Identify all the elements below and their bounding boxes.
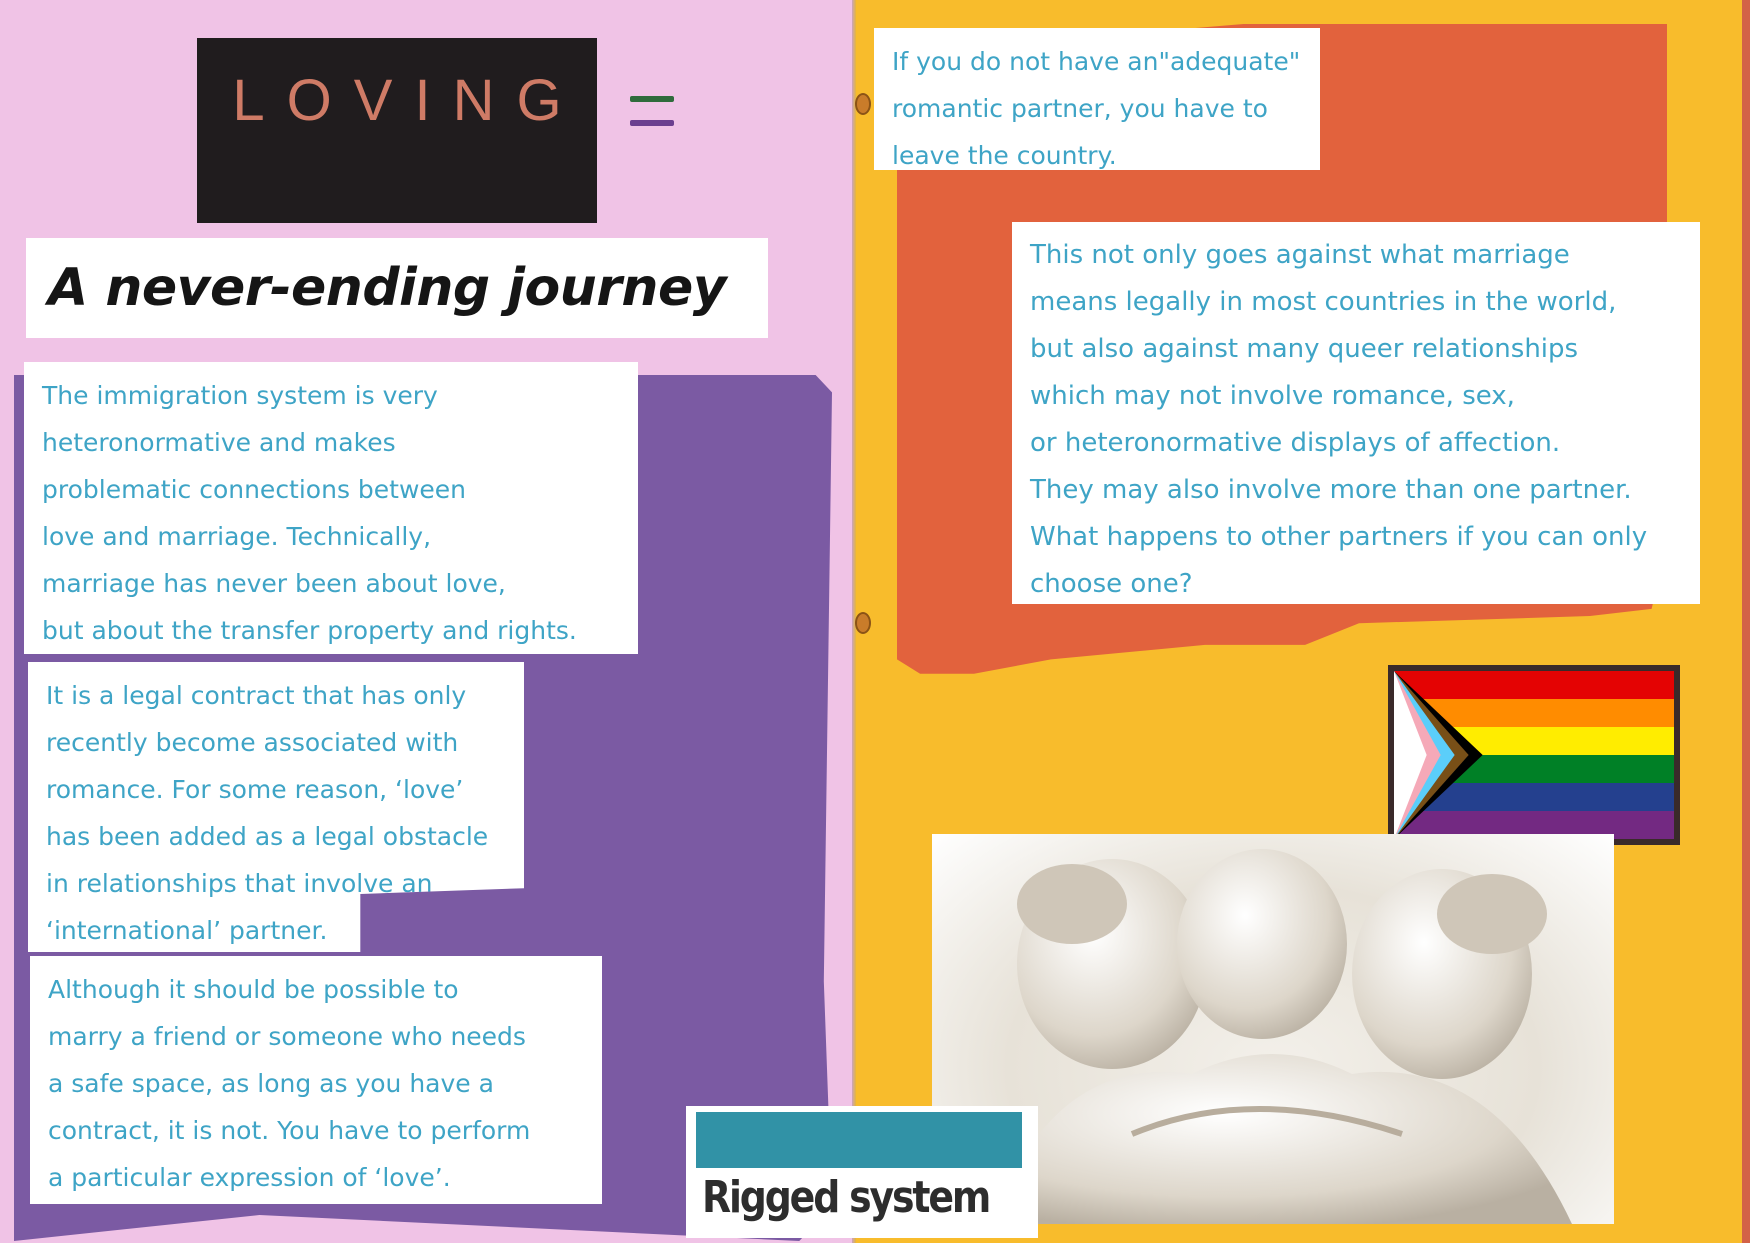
note-line: What happens to other partners if you ca… — [1030, 522, 1648, 552]
note-queer-relationships: This not only goes against what marriage… — [1012, 222, 1700, 604]
note-line: It is a legal contract that has only — [46, 681, 467, 710]
note-immigration: The immigration system is very heteronor… — [24, 362, 638, 654]
note-line: love and marriage. Technically, — [42, 522, 432, 551]
pride-flag-icon — [1394, 671, 1674, 839]
rigged-system-label: Rigged system — [686, 1106, 1038, 1238]
equals-top-stroke — [630, 96, 674, 102]
note-line: marry a friend or someone who needs — [48, 1022, 526, 1051]
page-edge — [1742, 0, 1750, 1243]
note-line: leave the country. — [892, 141, 1117, 170]
note-line: The immigration system is very — [42, 381, 438, 410]
equals-bottom-stroke — [630, 120, 674, 126]
note-marry-friend: Although it should be possible to marry … — [30, 956, 602, 1204]
rigged-teal-strip — [696, 1112, 1022, 1168]
note-adequate-partner: If you do not have an"adequate" romantic… — [874, 28, 1320, 170]
note-line: romantic partner, you have to — [892, 94, 1268, 123]
rigged-system-text: Rigged system — [702, 1172, 991, 1223]
note-line: choose one? — [1030, 569, 1193, 599]
note-line: If you do not have an"adequate" — [892, 47, 1301, 76]
loving-label: LOVING — [232, 68, 584, 133]
title-strip: A never-ending journey — [26, 238, 768, 338]
note-line: or heteronormative displays of affection… — [1030, 428, 1561, 458]
note-line: problematic connections between — [42, 475, 467, 504]
staple-top — [855, 93, 871, 115]
note-line: which may not involve romance, sex, — [1030, 381, 1515, 411]
note-line: contract, it is not. You have to perform — [48, 1116, 531, 1145]
staple-bottom — [855, 612, 871, 634]
note-line: heteronormative and makes — [42, 428, 396, 457]
note-line: Although it should be possible to — [48, 975, 459, 1004]
note-line: This not only goes against what marriage — [1030, 240, 1570, 270]
note-line: romance. For some reason, ‘love’ — [46, 775, 464, 804]
note-line: They may also involve more than one part… — [1030, 475, 1632, 505]
note-line: means legally in most countries in the w… — [1030, 287, 1617, 317]
equals-sign — [630, 96, 674, 144]
note-line: has been added as a legal obstacle — [46, 822, 489, 851]
progress-pride-flag — [1388, 665, 1680, 845]
note-line: recently become associated with — [46, 728, 459, 757]
page-title: A never-ending journey — [48, 258, 727, 318]
note-line: a safe space, as long as you have a — [48, 1069, 494, 1098]
note-line: marriage has never been about love, — [42, 569, 506, 598]
note-line: but about the transfer property and righ… — [42, 616, 577, 645]
note-line: but also against many queer relationship… — [1030, 334, 1579, 364]
loving-label-block: LOVING — [197, 38, 597, 223]
note-line: a particular expression of ‘love’. — [48, 1163, 451, 1192]
